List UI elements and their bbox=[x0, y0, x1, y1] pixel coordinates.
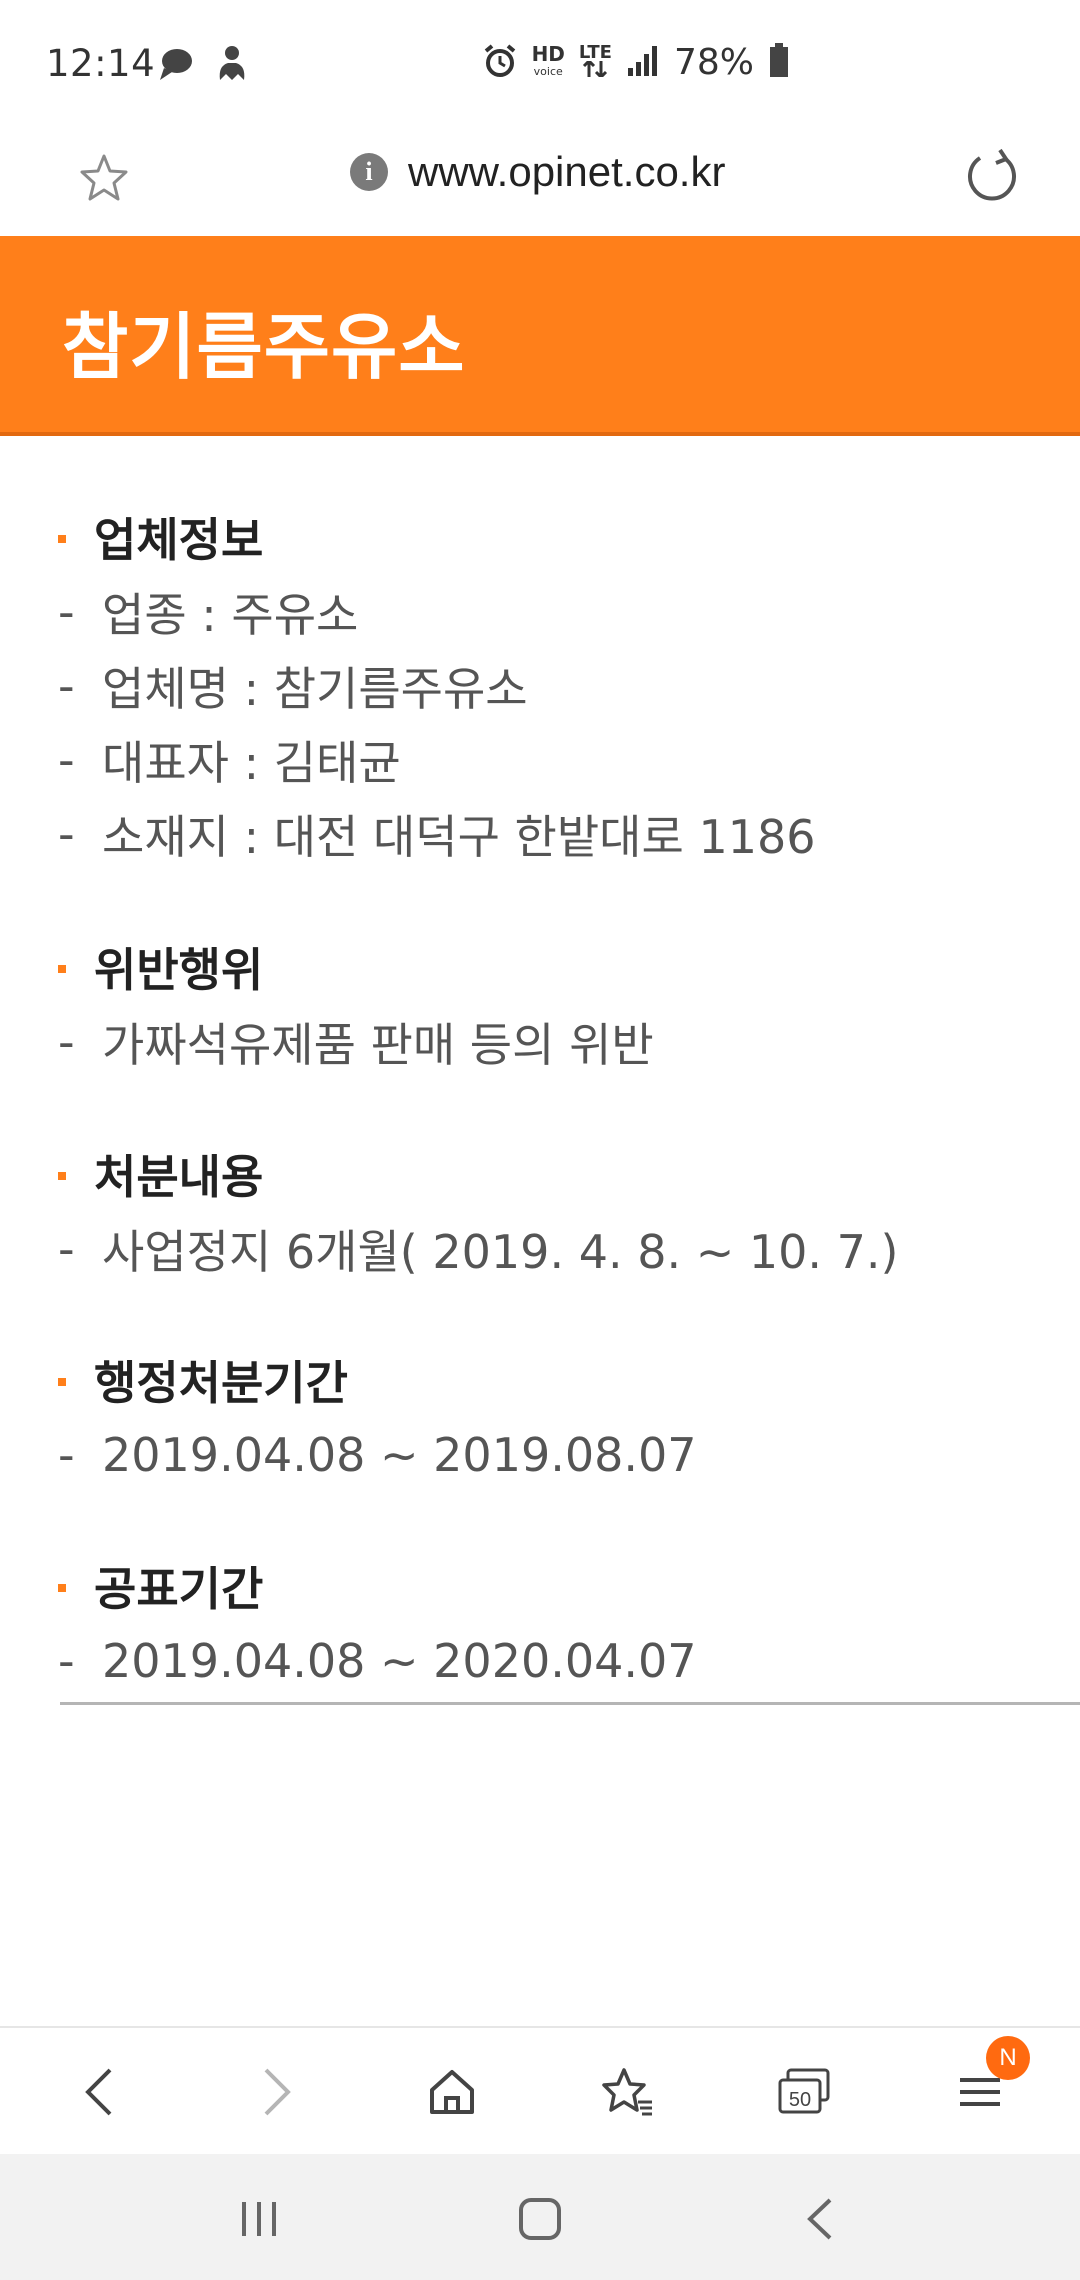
section-title: 행정처분기간 bbox=[94, 1356, 348, 1410]
back-chevron-icon bbox=[807, 2198, 832, 2240]
line-text: 사업정지 6개월( 2019. 4. 8. ~ 10. 7.) bbox=[102, 1225, 899, 1279]
browser-toolbar: 50 N bbox=[0, 2026, 1080, 2154]
list-item: -2019.04.08 ~ 2020.04.07 bbox=[58, 1624, 1080, 1698]
content-divider bbox=[60, 1702, 1080, 1705]
lte-icon: LTE bbox=[578, 42, 612, 80]
line-text: 소재지 : 대전 대덕구 한밭대로 1186 bbox=[102, 810, 816, 864]
chevron-left-icon bbox=[85, 2068, 112, 2116]
bullet-icon bbox=[58, 535, 66, 543]
line-text: 가짜석유제품 판매 등의 위반 bbox=[102, 1018, 654, 1072]
section-heading: 처분내용 bbox=[58, 1136, 1080, 1212]
status-bar: 12:14 HD voice LTE 78% bbox=[0, 0, 1080, 130]
section-heading: 업체정보 bbox=[58, 499, 1080, 575]
star-icon bbox=[80, 154, 128, 201]
dash: - bbox=[58, 1015, 75, 1069]
notification-badge: N bbox=[986, 2036, 1030, 2080]
url-text[interactable]: www.opinet.co.kr bbox=[408, 148, 725, 196]
forward-button[interactable] bbox=[238, 2054, 314, 2130]
list-item: - 대표자 : 김태균 bbox=[58, 723, 1080, 797]
section-disposition: 처분내용 - 사업정지 6개월( 2019. 4. 8. ~ 10. 7.) bbox=[58, 1136, 1080, 1286]
signal-icon bbox=[626, 44, 660, 82]
info-icon[interactable]: i bbox=[350, 153, 388, 191]
battery-icon bbox=[768, 42, 790, 83]
battery-percent: 78% bbox=[673, 42, 754, 83]
url-field[interactable]: i www.opinet.co.kr bbox=[350, 148, 725, 196]
home-nav-button[interactable] bbox=[505, 2184, 575, 2254]
tabs-count: 50 bbox=[789, 2089, 811, 2111]
browser-url-bar: i www.opinet.co.kr bbox=[0, 130, 1080, 236]
menu-button[interactable]: N bbox=[942, 2036, 1030, 2130]
dash: - bbox=[58, 1428, 75, 1482]
dash: - bbox=[58, 659, 75, 713]
lte-label: LTE bbox=[578, 42, 612, 63]
person-icon bbox=[214, 44, 250, 88]
dash: - bbox=[58, 585, 75, 639]
section-violation: 위반행위 - 가짜석유제품 판매 등의 위반 bbox=[58, 929, 1080, 1079]
section-admin-period: 행정처분기간 -2019.04.08 ~ 2019.08.07 bbox=[58, 1342, 1080, 1492]
line-text: 업종 : 주유소 bbox=[102, 588, 359, 642]
hd-label: HD bbox=[531, 41, 565, 66]
section-heading: 공표기간 bbox=[58, 1548, 1080, 1624]
section-title: 처분내용 bbox=[94, 1150, 264, 1204]
list-item: -2019.04.08 ~ 2019.08.07 bbox=[58, 1418, 1080, 1492]
status-time: 12:14 bbox=[46, 42, 156, 85]
page-header: 참기름주유소 bbox=[0, 236, 1080, 436]
dash: - bbox=[58, 1222, 75, 1276]
home-icon bbox=[430, 2070, 474, 2114]
reload-button[interactable] bbox=[960, 144, 1024, 208]
bullet-icon bbox=[58, 1378, 66, 1386]
dash: - bbox=[58, 807, 75, 861]
line-text: 업체명 : 참기름주유소 bbox=[102, 662, 528, 716]
back-button[interactable] bbox=[62, 2054, 138, 2130]
dash: - bbox=[58, 1634, 75, 1688]
chat-icon bbox=[156, 44, 196, 88]
section-title: 공표기간 bbox=[94, 1562, 264, 1616]
system-nav-bar bbox=[0, 2154, 1080, 2280]
list-item: - 소재지 : 대전 대덕구 한밭대로 1186 bbox=[58, 797, 1080, 871]
section-title: 업체정보 bbox=[94, 513, 264, 567]
alarm-icon bbox=[482, 43, 518, 83]
list-item: - 업체명 : 참기름주유소 bbox=[58, 649, 1080, 723]
page-title: 참기름주유소 bbox=[62, 305, 466, 389]
status-left-icons bbox=[156, 44, 250, 88]
back-nav-button[interactable] bbox=[786, 2184, 856, 2254]
recent-apps-button[interactable] bbox=[224, 2184, 294, 2254]
line-text: 2019.04.08 ~ 2019.08.07 bbox=[102, 1428, 697, 1482]
section-heading: 행정처분기간 bbox=[58, 1342, 1080, 1418]
chevron-right-icon bbox=[264, 2068, 291, 2116]
recent-apps-icon bbox=[242, 2202, 276, 2236]
list-item: - 가짜석유제품 판매 등의 위반 bbox=[58, 1005, 1080, 1079]
reload-icon bbox=[968, 148, 1016, 201]
bullet-icon bbox=[58, 1172, 66, 1180]
home-button[interactable] bbox=[414, 2054, 490, 2130]
dash: - bbox=[58, 733, 75, 787]
tabs-button[interactable]: 50 bbox=[766, 2054, 842, 2130]
section-title: 위반행위 bbox=[94, 943, 264, 997]
line-text: 대표자 : 김태균 bbox=[102, 736, 401, 790]
line-text: 2019.04.08 ~ 2020.04.07 bbox=[102, 1634, 697, 1688]
bullet-icon bbox=[58, 1584, 66, 1592]
bullet-icon bbox=[58, 965, 66, 973]
section-publication-period: 공표기간 -2019.04.08 ~ 2020.04.07 bbox=[58, 1548, 1080, 1698]
bookmark-star-button[interactable] bbox=[76, 150, 132, 206]
voice-label: voice bbox=[533, 64, 563, 78]
bookmarks-star-icon bbox=[602, 2068, 652, 2116]
hd-voice-icon: HD voice bbox=[531, 41, 565, 81]
section-heading: 위반행위 bbox=[58, 929, 1080, 1005]
bookmarks-button[interactable] bbox=[590, 2054, 666, 2130]
list-item: - 사업정지 6개월( 2019. 4. 8. ~ 10. 7.) bbox=[58, 1212, 1080, 1286]
tabs-icon: 50 bbox=[778, 2068, 830, 2114]
home-square-icon bbox=[519, 2198, 561, 2240]
status-right-icons: HD voice LTE 78% bbox=[482, 42, 790, 83]
list-item: - 업종 : 주유소 bbox=[58, 575, 1080, 649]
section-company-info: 업체정보 - 업종 : 주유소 - 업체명 : 참기름주유소 - 대표자 : 김태균 … bbox=[58, 499, 1080, 871]
